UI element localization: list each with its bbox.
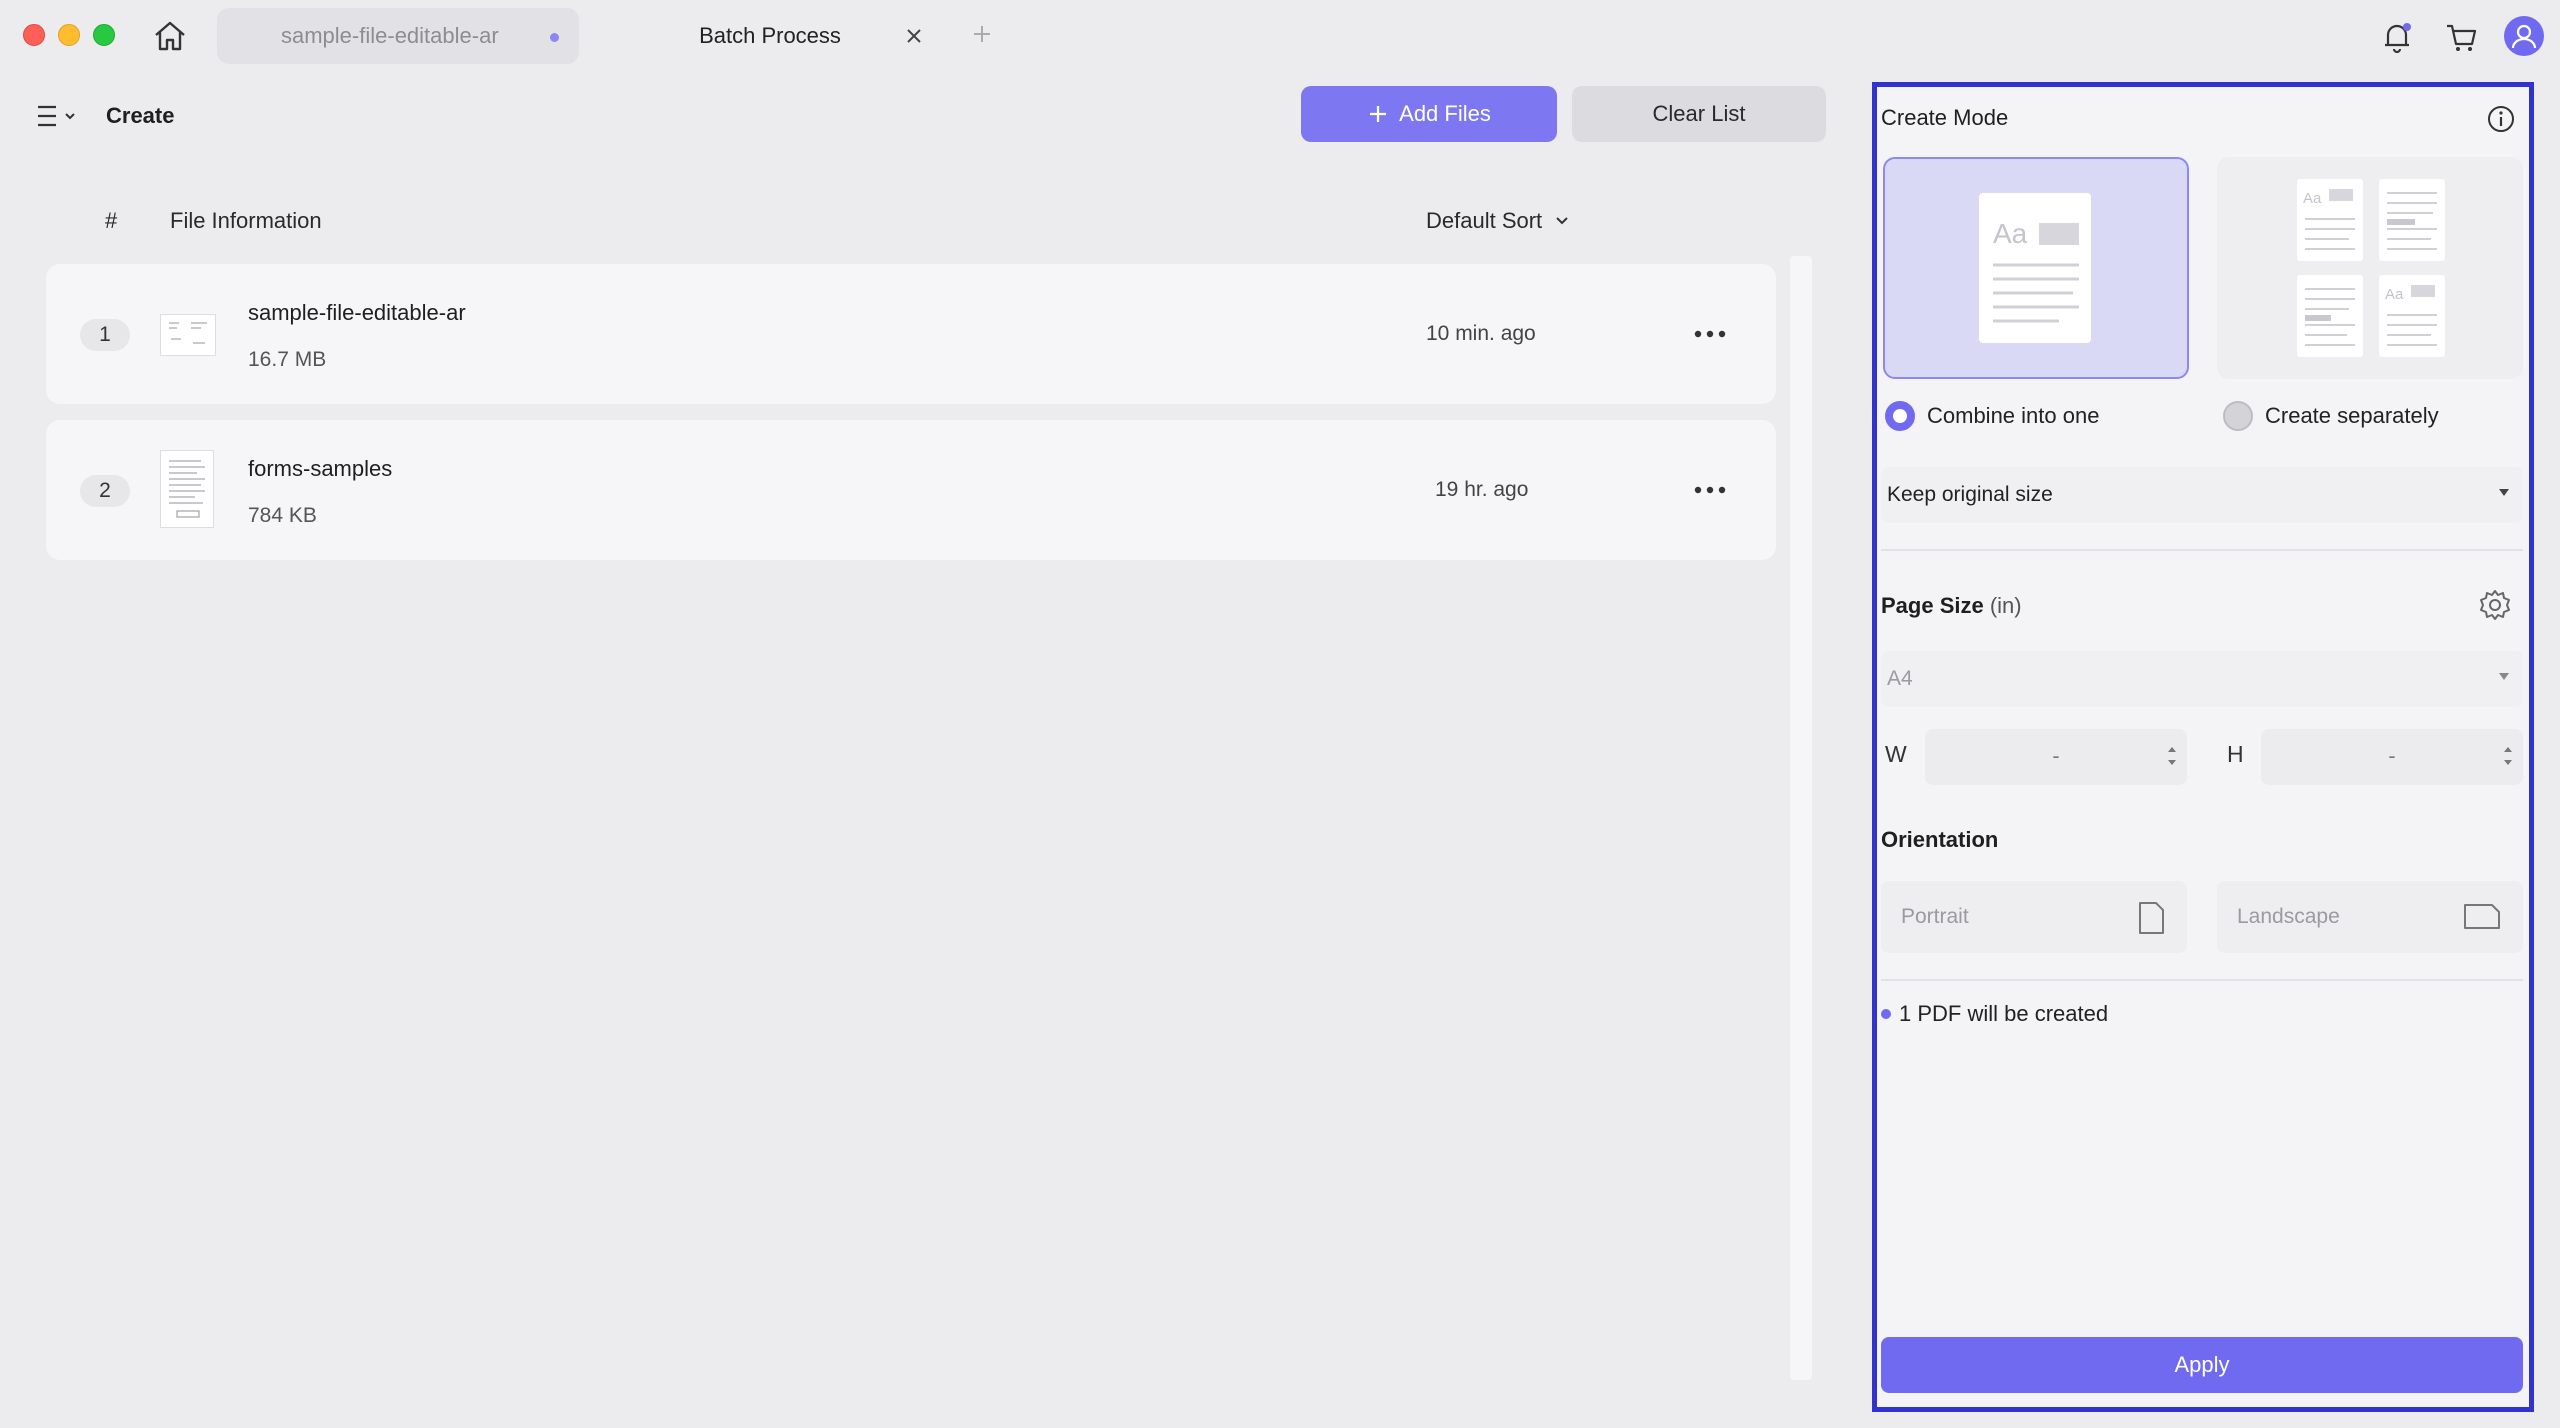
page-title: Create [106,103,175,128]
combine-label: Combine into one [1927,403,2100,428]
avatar[interactable] [2504,16,2544,56]
width-label: W [1885,741,1907,767]
plus-icon [1370,106,1387,122]
unsaved-dot-icon [550,33,559,42]
tab-label: Batch Process [699,23,841,48]
sort-dropdown[interactable]: Default Sort [1426,208,1570,234]
page-size-select[interactable]: A4 [1881,651,2523,707]
column-index-header: # [105,208,118,233]
file-name: sample-file-editable-ar [248,300,466,325]
zoom-window-button[interactable] [93,24,115,46]
size-option-value: Keep original size [1887,483,2053,506]
chevron-down-icon [1556,217,1568,225]
landscape-label: Landscape [2237,905,2340,928]
divider [1881,979,2523,981]
file-modified-time: 19 hr. ago [1435,478,1529,501]
page-size-unit: (in) [1989,593,2022,618]
tab-sample-file[interactable]: sample-file-editable-ar [217,8,579,64]
landscape-option[interactable]: Landscape [2217,881,2523,953]
separate-radio[interactable] [2223,401,2253,431]
caret-down-icon [2499,489,2509,496]
svg-text:Aa: Aa [2303,190,2322,207]
status-message: 1 PDF will be created [1881,1001,2108,1027]
cart-icon[interactable] [2442,18,2480,56]
status-text: 1 PDF will be created [1899,1001,2109,1026]
file-thumbnail [160,450,214,528]
clear-list-button[interactable]: Clear List [1572,86,1826,142]
stepper-icon[interactable] [2167,741,2177,771]
portrait-label: Portrait [1901,905,1969,928]
row-index: 2 [80,475,130,507]
add-files-label: Add Files [1399,101,1491,126]
size-option-select[interactable]: Keep original size [1881,467,2523,523]
bell-icon[interactable] [2378,18,2416,56]
combine-radio-option[interactable]: Combine into one [1885,401,2099,431]
separate-label: Create separately [2265,403,2439,428]
close-window-button[interactable] [23,24,45,46]
list-item[interactable]: 1 sample-file-editable-ar 16.7 MB 10 min… [46,264,1776,404]
more-options-icon[interactable] [1686,476,1734,504]
menu-icon[interactable] [36,96,84,136]
page-size-value: A4 [1887,667,1913,690]
apply-label: Apply [2174,1352,2230,1377]
width-value: - [2052,745,2060,768]
add-files-button[interactable]: Add Files [1301,86,1557,142]
height-value: - [2388,745,2396,768]
panel-title: Create Mode [1881,105,2009,130]
home-icon[interactable] [150,16,190,56]
combine-radio[interactable] [1885,401,1915,431]
close-tab-icon[interactable] [902,24,926,48]
divider [1881,549,2523,551]
svg-text:Aa: Aa [1993,218,2028,249]
combine-mode-card[interactable]: Aa [1883,157,2189,379]
width-field[interactable]: - [1925,729,2187,785]
portrait-option[interactable]: Portrait [1881,881,2187,953]
tab-label: sample-file-editable-ar [281,23,499,48]
sort-label: Default Sort [1426,208,1543,233]
row-index: 1 [80,319,130,351]
column-info-header: File Information [170,208,322,233]
page-size-label: Page Size [1881,593,1984,618]
scrollbar[interactable] [1790,256,1812,1380]
single-document-icon: Aa [1979,193,2091,343]
portrait-page-icon [2139,902,2164,934]
multiple-documents-icon: Aa Aa [2297,179,2445,357]
landscape-page-icon [2464,904,2500,929]
create-mode-panel: Create Mode Aa Aa Aa Combine into one Cr… [1872,82,2534,1412]
file-name: forms-samples [248,456,393,481]
status-dot-icon [1881,1009,1891,1019]
separate-mode-card[interactable]: Aa Aa [2217,157,2523,379]
tab-batch-process[interactable]: Batch Process [600,8,940,64]
page-size-title: Page Size (in) [1881,593,2022,619]
workspace-toolbar: Create [36,96,174,136]
file-size: 784 KB [248,504,317,527]
info-icon[interactable] [2485,103,2517,135]
orientation-title: Orientation [1881,827,1999,852]
clear-list-label: Clear List [1652,101,1746,126]
more-options-icon[interactable] [1686,320,1734,348]
separate-radio-option[interactable]: Create separately [2223,401,2439,431]
title-bar: sample-file-editable-ar Batch Process [0,0,2560,72]
file-modified-time: 10 min. ago [1426,322,1536,345]
gear-icon[interactable] [2477,587,2513,623]
file-thumbnail [160,314,216,356]
list-item[interactable]: 2 forms-samples 784 KB 19 hr. ago [46,420,1776,560]
minimize-window-button[interactable] [58,24,80,46]
apply-button[interactable]: Apply [1881,1337,2523,1393]
file-size: 16.7 MB [248,348,327,371]
svg-text:Aa: Aa [2385,286,2404,303]
stepper-icon[interactable] [2503,741,2513,771]
caret-down-icon [2499,673,2509,680]
new-tab-icon[interactable] [970,22,994,46]
height-field[interactable]: - [2261,729,2523,785]
height-label: H [2227,741,2244,767]
